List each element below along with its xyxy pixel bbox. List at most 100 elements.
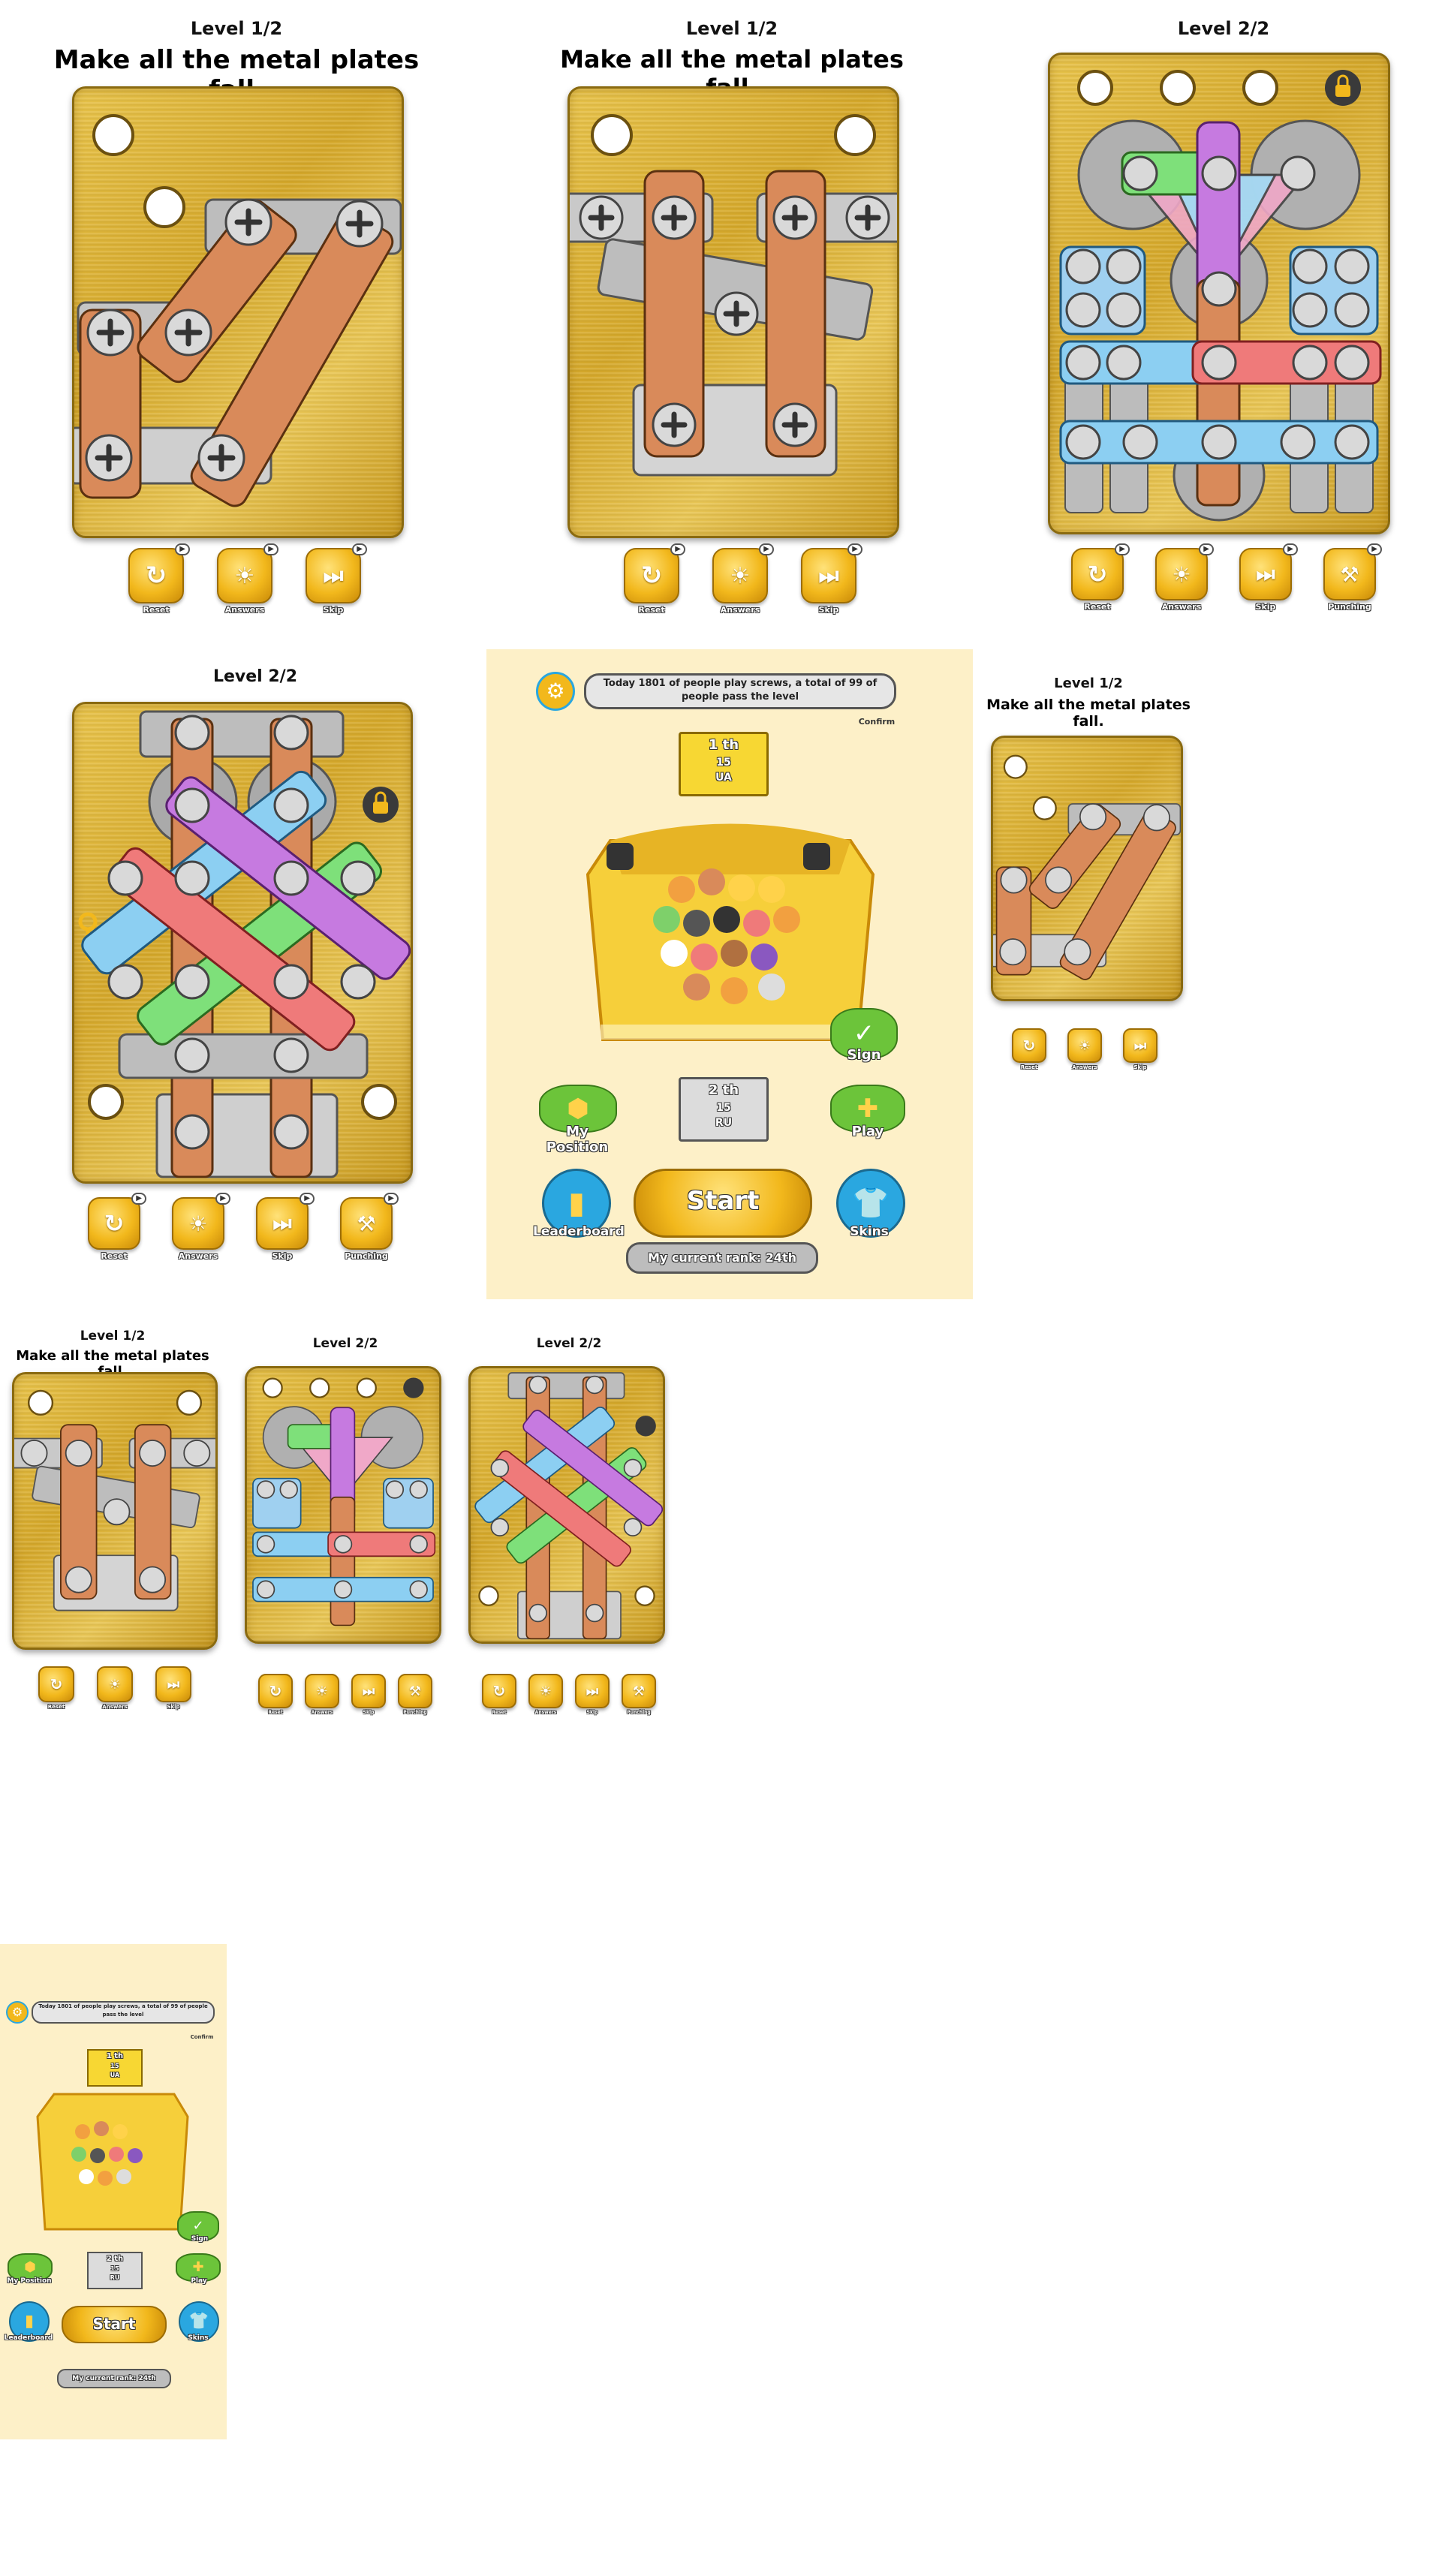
ad-badge: ▶ <box>759 543 774 555</box>
reset-icon: ↻ <box>128 548 184 603</box>
reset-icon: ↻ <box>258 1674 293 1708</box>
punching-button[interactable]: ⚒ ▶ Punching <box>340 1193 399 1261</box>
game-board[interactable] <box>72 702 413 1184</box>
reset-button[interactable]: ↻ ▶ Reset <box>88 1193 146 1261</box>
confirm-button[interactable]: Confirm <box>847 717 907 727</box>
leaderboard-button[interactable]: ▮ Leaderboard <box>2 2301 56 2346</box>
skip-button[interactable]: ⏭ Skip <box>1123 1028 1157 1070</box>
action-bar: ↻ ▶ Reset ☀ ▶ Answers ⏭ ▶ Skip <box>605 543 875 615</box>
my-position-button[interactable]: ⬢ My Position <box>533 1085 622 1155</box>
answers-button[interactable]: ☀ ▶ Answers <box>712 543 774 615</box>
skins-button[interactable]: 👕 Skins <box>832 1169 907 1239</box>
level-label: Level 2/2 <box>1177 18 1270 39</box>
ad-badge: ▶ <box>300 1193 315 1205</box>
game-board[interactable] <box>12 1372 218 1650</box>
action-bar: ↻ ▶ Reset ☀ ▶ Answers ⏭ ▶ Skip <box>110 543 380 615</box>
lightbulb-icon: ☀ <box>712 548 768 603</box>
ad-badge: ▶ <box>847 543 862 555</box>
panel-level-1c: Level 1/2 Make all the metal plates fall… <box>976 676 1201 1081</box>
skip-button[interactable]: ⏭ ▶ Skip <box>1239 543 1298 612</box>
gear-icon[interactable]: ⚙ <box>536 672 575 711</box>
reset-icon: ↻ <box>38 1666 74 1702</box>
rank2-card: 2 th 15 RU <box>87 2252 143 2289</box>
panel-level-2a: Level 2/2 ↻ ▶ Reset ☀ ▶ Answers ⏭ ▶ Skip… <box>1043 15 1404 630</box>
lightbulb-icon: ☀ <box>172 1197 224 1250</box>
skip-icon: ⏭ <box>256 1197 309 1250</box>
answers-button[interactable]: ☀ Answers <box>305 1674 339 1715</box>
skip-button[interactable]: ⏭ Skip <box>351 1674 386 1715</box>
skins-button[interactable]: 👕 Skins <box>174 2301 222 2346</box>
lightbulb-icon: ☀ <box>528 1674 563 1708</box>
play-button[interactable]: ✚ Play <box>176 2253 222 2288</box>
skip-icon: ⏭ <box>801 548 856 603</box>
ad-badge: ▶ <box>670 543 685 555</box>
hammer-icon: ⚒ <box>1323 548 1376 600</box>
play-button[interactable]: ✚ Play <box>830 1085 905 1146</box>
skip-button[interactable]: ⏭ Skip <box>575 1674 610 1715</box>
leaderboard-button[interactable]: ▮ Leaderboard <box>533 1169 625 1239</box>
rank1-card: 1 th 15 UA <box>679 732 769 796</box>
action-bar: ↻ Reset ☀ Answers ⏭ Skip ⚒ Punching <box>464 1674 674 1715</box>
answers-button[interactable]: ☀ ▶ Answers <box>217 543 278 615</box>
skip-icon: ⏭ <box>575 1674 610 1708</box>
reset-button[interactable]: ↻ Reset <box>482 1674 516 1715</box>
game-board[interactable] <box>72 86 404 538</box>
skip-button[interactable]: ⏭ ▶ Skip <box>801 543 862 615</box>
answers-button[interactable]: ☀ ▶ Answers <box>1155 543 1214 612</box>
my-position-button[interactable]: ⬢ My Position <box>3 2253 56 2288</box>
reset-button[interactable]: ↻ Reset <box>38 1666 74 1710</box>
level-label: Level 2/2 <box>536 1336 602 1351</box>
reset-button[interactable]: ↻ ▶ Reset <box>128 543 190 615</box>
start-button[interactable]: Start <box>634 1169 812 1238</box>
board-artwork <box>78 710 411 1178</box>
game-board[interactable] <box>1048 53 1390 534</box>
ad-badge: ▶ <box>131 1193 146 1205</box>
start-button[interactable]: Start <box>62 2306 167 2343</box>
reset-button[interactable]: ↻ ▶ Reset <box>1071 543 1130 612</box>
rank2-card: 2 th 15 RU <box>679 1077 769 1142</box>
sign-button[interactable]: ✓ Sign <box>830 1008 898 1070</box>
board-artwork <box>74 114 402 507</box>
left-speaker-icon <box>607 843 634 870</box>
answers-button[interactable]: ☀ Answers <box>97 1666 133 1710</box>
game-board[interactable] <box>567 86 899 538</box>
lightbulb-icon: ☀ <box>1067 1028 1102 1063</box>
answers-button[interactable]: ☀ Answers <box>1067 1028 1102 1070</box>
lock-icon <box>1325 70 1361 106</box>
reset-button[interactable]: ↻ Reset <box>258 1674 293 1715</box>
punching-button[interactable]: ⚒ Punching <box>622 1674 656 1715</box>
game-board[interactable] <box>468 1366 665 1644</box>
level-label: Level 2/2 <box>312 1336 378 1351</box>
skip-button[interactable]: ⏭ ▶ Skip <box>256 1193 315 1261</box>
panel-level-1d: Level 1/2 Make all the metal plates fall… <box>0 1329 225 1734</box>
ad-badge: ▶ <box>352 543 367 555</box>
answers-button[interactable]: ☀ Answers <box>528 1674 563 1715</box>
game-board[interactable] <box>991 736 1183 1001</box>
reset-button[interactable]: ↻ ▶ Reset <box>624 543 685 615</box>
reset-icon: ↻ <box>624 548 679 603</box>
level-label: Level 2/2 <box>212 667 298 686</box>
skip-button[interactable]: ⏭ Skip <box>155 1666 191 1710</box>
panel-level-1a: Level 1/2 Make all the metal plates fall… <box>45 15 428 630</box>
current-rank-pill: My current rank: 24th <box>57 2369 171 2388</box>
answers-button[interactable]: ☀ ▶ Answers <box>172 1193 230 1261</box>
punching-button[interactable]: ⚒ ▶ Punching <box>1323 543 1382 612</box>
hammer-icon: ⚒ <box>398 1674 432 1708</box>
ad-badge: ▶ <box>175 543 190 555</box>
reset-icon: ↻ <box>1012 1028 1046 1063</box>
lightbulb-icon: ☀ <box>217 548 272 603</box>
reset-button[interactable]: ↻ Reset <box>1012 1028 1046 1070</box>
stats-banner: Today 1801 of people play screws, a tota… <box>32 2001 215 2024</box>
skip-button[interactable]: ⏭ ▶ Skip <box>306 543 367 615</box>
skip-icon: ⏭ <box>306 548 361 603</box>
board-artwork <box>474 1372 663 1640</box>
confirm-button[interactable]: Confirm <box>183 2034 221 2040</box>
punching-button[interactable]: ⚒ Punching <box>398 1674 432 1715</box>
ad-badge: ▶ <box>1283 543 1298 555</box>
game-board[interactable] <box>245 1366 441 1644</box>
skip-icon: ⏭ <box>155 1666 191 1702</box>
action-bar: ↻ Reset ☀ Answers ⏭ Skip <box>36 1666 194 1710</box>
lightbulb-icon: ☀ <box>1155 548 1208 600</box>
gear-icon[interactable]: ⚙ <box>6 2001 29 2024</box>
sign-button[interactable]: ✓ Sign <box>177 2211 222 2246</box>
